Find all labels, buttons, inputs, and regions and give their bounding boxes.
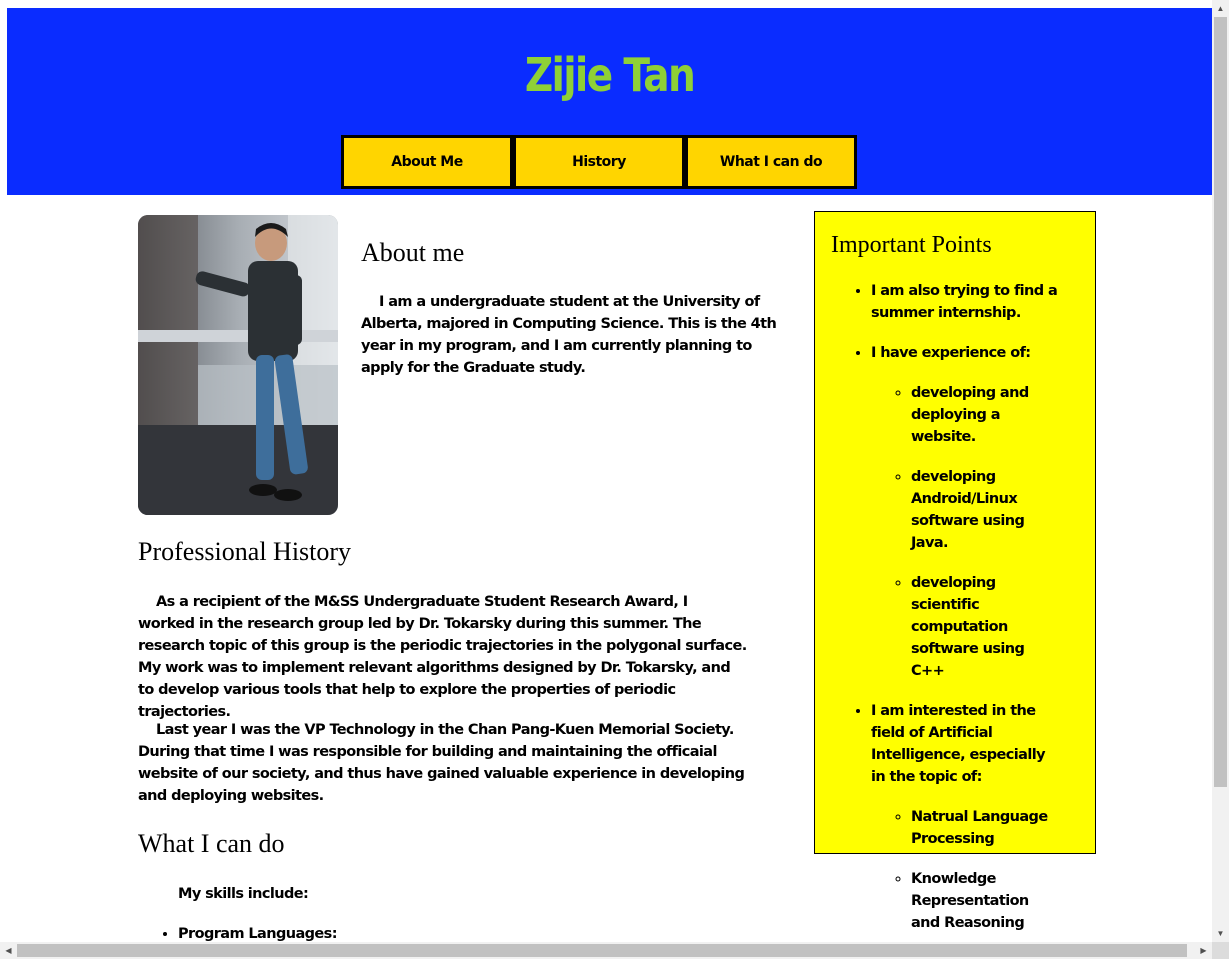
list-item: Natrual Language Processing bbox=[911, 806, 1061, 850]
scroll-left-icon[interactable]: ◀ bbox=[0, 942, 17, 959]
important-points-heading: Important Points bbox=[831, 232, 992, 258]
history-paragraph: Last year I was the VP Technology in the… bbox=[138, 722, 745, 804]
site-title: Zijie Tan bbox=[524, 48, 696, 102]
nav-about-me-button[interactable]: About Me bbox=[341, 135, 513, 189]
skills-list: Program Languages: bbox=[138, 923, 337, 942]
what-i-can-do-heading: What I can do bbox=[138, 829, 285, 858]
page: Zijie Tan About Me History What I can do bbox=[0, 0, 1212, 942]
about-text: I am a undergraduate student at the Univ… bbox=[361, 294, 777, 376]
vertical-scrollbar-thumb[interactable] bbox=[1214, 17, 1227, 787]
list-item: Knowledge Representation and Reasoning bbox=[911, 868, 1061, 934]
list-item-label: I am interested in the field of Artifici… bbox=[871, 703, 1046, 785]
skills-intro: My skills include: bbox=[178, 886, 309, 902]
list-item: I have experience of: developing and dep… bbox=[871, 342, 1061, 682]
site-header: Zijie Tan About Me History What I can do bbox=[7, 8, 1212, 195]
profile-photo bbox=[138, 215, 338, 515]
nav-history-button[interactable]: History bbox=[513, 135, 685, 189]
list-item: Program Languages: bbox=[178, 923, 337, 942]
experience-list: developing and deploying a website. deve… bbox=[871, 382, 1061, 682]
scroll-down-icon[interactable]: ▼ bbox=[1212, 925, 1229, 942]
profile-photo-image bbox=[138, 215, 338, 515]
history-heading: Professional History bbox=[138, 537, 352, 566]
history-paragraph: As a recipient of the M&SS Undergraduate… bbox=[138, 594, 747, 720]
list-item: developing and deploying a website. bbox=[911, 382, 1061, 448]
list-item: I am also trying to find a summer intern… bbox=[871, 280, 1061, 324]
important-points-panel: Important Points I am also trying to fin… bbox=[814, 211, 1096, 931]
list-item: developing scientific computation softwa… bbox=[911, 572, 1061, 682]
list-item: I am interested in the field of Artifici… bbox=[871, 700, 1061, 934]
scroll-right-icon[interactable]: ▶ bbox=[1195, 942, 1212, 959]
list-item: developing Android/Linux software using … bbox=[911, 466, 1061, 554]
list-item-label: I have experience of: bbox=[871, 345, 1031, 361]
important-points-list: I am also trying to find a summer intern… bbox=[831, 280, 1061, 934]
scroll-up-icon[interactable]: ▲ bbox=[1212, 0, 1229, 17]
about-heading: About me bbox=[361, 238, 465, 267]
nav-what-i-can-do-button[interactable]: What I can do bbox=[685, 135, 857, 189]
main-nav: About Me History What I can do bbox=[341, 135, 857, 189]
scrollbar-corner bbox=[1212, 942, 1229, 959]
horizontal-scrollbar-thumb[interactable] bbox=[17, 944, 1187, 957]
interests-list: Natrual Language Processing Knowledge Re… bbox=[871, 806, 1061, 934]
